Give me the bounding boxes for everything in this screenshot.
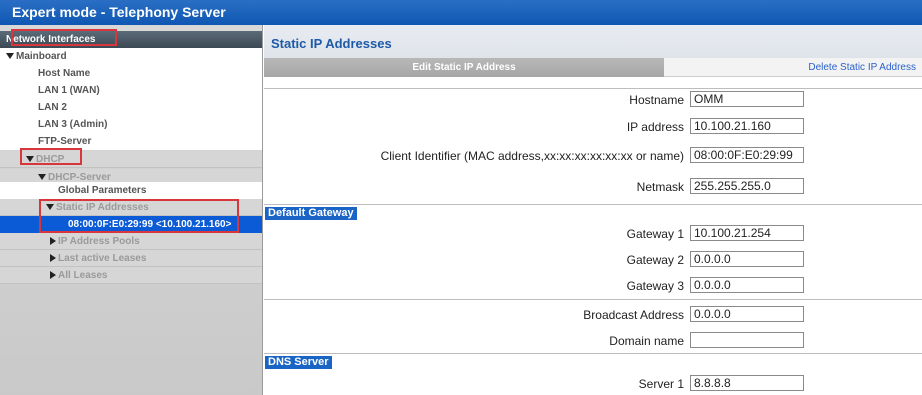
sidebar-item-lan1[interactable]: LAN 1 (WAN) bbox=[0, 82, 262, 99]
sidebar-item-last-leases[interactable]: Last active Leases bbox=[0, 250, 262, 267]
sidebar-item-mainboard[interactable]: Mainboard bbox=[0, 48, 262, 65]
netmask-label: Netmask bbox=[636, 180, 684, 194]
sidebar-item-label: Host Name bbox=[38, 68, 91, 79]
expand-right-icon bbox=[50, 254, 56, 262]
client-identifier-field[interactable] bbox=[690, 147, 804, 163]
sidebar-item-label: All Leases bbox=[58, 270, 108, 281]
divider bbox=[264, 204, 922, 205]
hostname-field[interactable] bbox=[690, 91, 804, 107]
expand-right-icon bbox=[50, 237, 56, 245]
sidebar-item-lan3[interactable]: LAN 3 (Admin) bbox=[0, 116, 262, 133]
tab-edit-static-ip[interactable]: Edit Static IP Address bbox=[264, 58, 664, 77]
domain-name-label: Domain name bbox=[609, 334, 684, 348]
sidebar-item-label: IP Address Pools bbox=[58, 236, 140, 247]
expand-down-icon bbox=[38, 174, 46, 180]
gateway1-label: Gateway 1 bbox=[626, 227, 684, 241]
section-dns-server: DNS Server bbox=[265, 356, 332, 369]
server1-field[interactable] bbox=[690, 375, 804, 391]
sidebar-item-global-parameters[interactable]: Global Parameters bbox=[0, 182, 262, 199]
ip-address-field[interactable] bbox=[690, 118, 804, 134]
sidebar-item-label: LAN 3 (Admin) bbox=[38, 119, 108, 130]
window-title: Expert mode - Telephony Server bbox=[0, 0, 922, 25]
sidebar-item-ip-pools[interactable]: IP Address Pools bbox=[0, 233, 262, 250]
sidebar-item-label: LAN 2 bbox=[38, 102, 67, 113]
hostname-label: Hostname bbox=[629, 93, 684, 107]
client-identifier-label: Client Identifier (MAC address,xx:xx:xx:… bbox=[380, 149, 684, 163]
divider bbox=[264, 353, 922, 354]
gateway3-field[interactable] bbox=[690, 277, 804, 293]
expand-down-icon bbox=[6, 53, 14, 59]
page-title: Static IP Addresses bbox=[271, 36, 392, 51]
highlight-network-interfaces bbox=[11, 29, 117, 46]
page-header: Static IP Addresses bbox=[264, 25, 922, 58]
expand-right-icon bbox=[50, 271, 56, 279]
tab-delete-static-ip[interactable]: Delete Static IP Address bbox=[664, 58, 922, 77]
broadcast-address-label: Broadcast Address bbox=[583, 308, 684, 322]
server1-label: Server 1 bbox=[638, 377, 684, 391]
highlight-static-entry bbox=[39, 199, 239, 233]
gateway2-field[interactable] bbox=[690, 251, 804, 267]
sidebar-item-label: LAN 1 (WAN) bbox=[38, 85, 100, 96]
divider bbox=[264, 299, 922, 300]
sidebar-item-lan2[interactable]: LAN 2 bbox=[0, 99, 262, 116]
sidebar-item-label: Global Parameters bbox=[58, 185, 147, 196]
domain-name-field[interactable] bbox=[690, 332, 804, 348]
section-default-gateway: Default Gateway bbox=[265, 207, 357, 220]
sidebar-item-label: FTP-Server bbox=[38, 136, 92, 147]
broadcast-address-field[interactable] bbox=[690, 306, 804, 322]
sidebar-item-host-name[interactable]: Host Name bbox=[0, 65, 262, 82]
sidebar-item-label: Mainboard bbox=[16, 51, 67, 62]
gateway1-field[interactable] bbox=[690, 225, 804, 241]
ip-address-label: IP address bbox=[626, 120, 684, 134]
main-panel: Static IP Addresses Edit Static IP Addre… bbox=[264, 25, 922, 395]
netmask-field[interactable] bbox=[690, 178, 804, 194]
gateway2-label: Gateway 2 bbox=[626, 253, 684, 267]
sidebar-item-label: Last active Leases bbox=[58, 253, 147, 264]
gateway3-label: Gateway 3 bbox=[626, 279, 684, 293]
divider bbox=[264, 88, 922, 89]
highlight-dhcp bbox=[20, 148, 82, 165]
sidebar-item-all-leases[interactable]: All Leases bbox=[0, 267, 262, 284]
